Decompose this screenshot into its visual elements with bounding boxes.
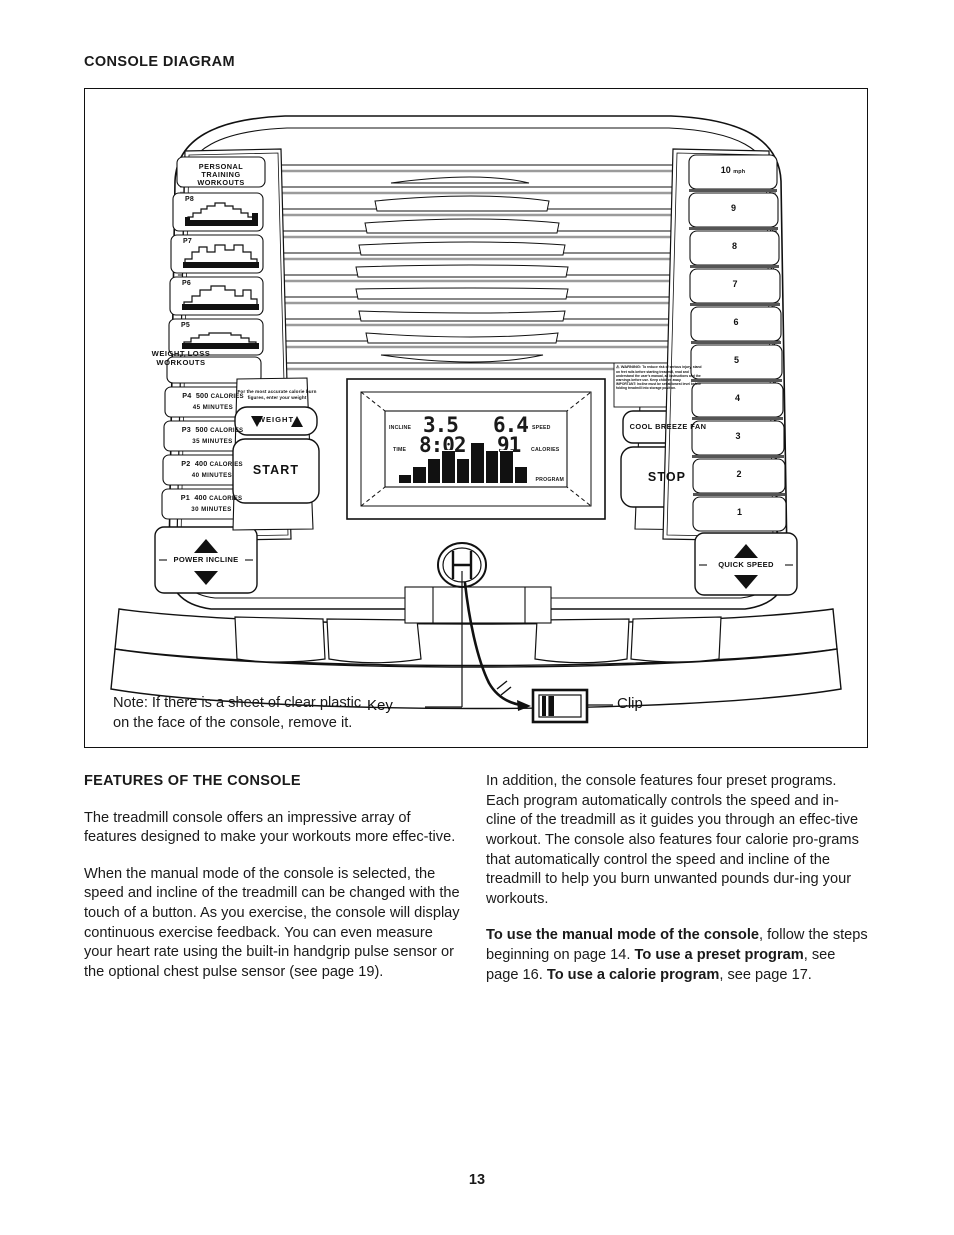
calorie-program-bold: To use a calorie program	[546, 966, 720, 983]
program-bar	[399, 474, 412, 483]
program-bar	[456, 458, 470, 483]
program-bar	[471, 442, 484, 483]
program-bar	[514, 466, 527, 483]
clip-callout-label: Clip	[617, 695, 643, 712]
preset-program-bold: To use a preset program	[634, 947, 804, 963]
console-note: Note: If there is a sheet of clear plast…	[113, 695, 362, 731]
program-bar-chart	[399, 442, 527, 483]
features-right-column: In addition, the console features four p…	[486, 772, 868, 985]
program-bar	[485, 450, 499, 483]
calorie-program-text: , see page 17.	[719, 966, 812, 983]
program-bar	[442, 450, 455, 483]
manual-page: CONSOLE DIAGRAM PERSONAL TRAINING WORKOU…	[0, 0, 954, 1235]
features-paragraph-4: To use the manual mode of the console, f…	[486, 926, 868, 985]
calories-label: CALORIES	[531, 447, 560, 453]
incline-label: INCLINE	[389, 425, 412, 431]
speed-label: SPEED	[532, 425, 551, 431]
program-label: PROGRAM	[535, 477, 564, 483]
features-paragraph-2: When the manual mode of the console is s…	[84, 865, 460, 980]
warning-label: ⚠ WARNING: To reduce risk of serious inj…	[616, 365, 702, 390]
page-number: 13	[468, 1172, 486, 1188]
program-bar	[413, 466, 426, 483]
console-diagram: PERSONAL TRAINING WORKOUTS P8 P7 P6 P5 W…	[84, 88, 868, 748]
features-left-column: FEATURES OF THE CONSOLE The treadmill co…	[84, 772, 464, 983]
manual-mode-bold: To use the manual mode of the console	[486, 927, 759, 944]
program-bar	[500, 450, 513, 483]
page-title: CONSOLE DIAGRAM	[84, 54, 235, 70]
clip-graphic	[531, 688, 589, 724]
console-display: INCLINE 3.5 6.4 SPEED TIME 8:02 91 CALOR…	[385, 411, 567, 487]
features-paragraph-3: In addition, the console features four p…	[486, 773, 859, 907]
features-heading: FEATURES OF THE CONSOLE	[84, 773, 301, 789]
program-bar	[427, 458, 441, 483]
features-paragraph-1: The treadmill console offers an impressi…	[84, 809, 456, 846]
